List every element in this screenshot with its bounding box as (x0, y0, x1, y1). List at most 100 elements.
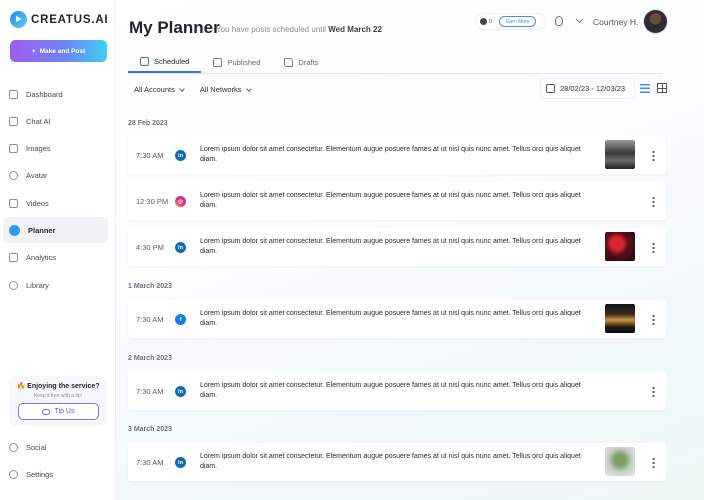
post-thumbnail[interactable] (605, 140, 635, 169)
more-options-icon[interactable] (652, 150, 655, 161)
coin-count: 0 (489, 18, 493, 25)
post-time: 7:30 AM (136, 458, 164, 467)
social-icon (9, 442, 18, 452)
promo-title: 🔥 Enjoying the service? (16, 383, 100, 390)
sidebar-item-chat-ai[interactable]: Chat AI (3, 108, 108, 134)
calendar-icon (546, 84, 555, 93)
post-text: Lorem ipsum dolor sit amet consectetur. … (200, 453, 581, 470)
promo-subtitle: Keep it free with a tip! (33, 393, 83, 399)
earn-more-button[interactable]: Earn More (499, 16, 537, 27)
pencil-icon (284, 58, 294, 67)
sidebar-item-label: Dashboard (26, 89, 63, 99)
post-row[interactable]: 7:30 AM in Lorem ipsum dolor sit amet co… (128, 443, 666, 481)
post-time: 4:30 PM (136, 243, 164, 252)
tab-scheduled[interactable]: Scheduled (128, 52, 202, 73)
sidebar-item-planner[interactable]: Planner (3, 217, 108, 244)
post-row[interactable]: 7:30 AM in Lorem ipsum dolor sit amet co… (128, 372, 666, 410)
sidebar-item-label: Analytics (26, 253, 57, 263)
sidebar-item-social[interactable]: Social (3, 434, 108, 460)
avatar[interactable] (644, 10, 667, 33)
lightbulb-icon[interactable] (555, 16, 563, 26)
sidebar-item-analytics[interactable]: Analytics (3, 245, 108, 271)
user-name[interactable]: Courtney H. (593, 17, 638, 27)
post-time: 7:30 AM (136, 387, 164, 396)
networks-dropdown-label: All Networks (199, 85, 242, 94)
sidebar-item-images[interactable]: Images (3, 136, 108, 162)
sidebar-item-avatar[interactable]: Avatar (3, 163, 108, 189)
analytics-icon (9, 253, 18, 263)
date-group-label: 1 March 2023 (128, 283, 172, 290)
post-text: Lorem ipsum dolor sit amet consectetur. … (200, 146, 581, 163)
chevron-down-icon (179, 85, 185, 92)
schedule-summary-date: Wed March 22 (328, 25, 382, 34)
post-row[interactable]: 4:30 PM in Lorem ipsum dolor sit amet co… (128, 228, 666, 266)
brand-name: CREATUS.AI (31, 13, 109, 26)
coin-balance: 0 Earn More (476, 14, 545, 29)
post-text: Lorem ipsum dolor sit amet consectetur. … (200, 382, 581, 399)
post-row[interactable]: 12:30 PM ◎ Lorem ipsum dolor sit amet co… (128, 182, 666, 220)
list-view-icon[interactable] (640, 84, 650, 93)
sidebar: CREATUS.AI + Make and Post Dashboard Cha… (0, 0, 116, 500)
tab-drafts[interactable]: Drafts (272, 52, 330, 73)
more-options-icon[interactable] (652, 314, 655, 325)
post-row[interactable]: 7:30 AM f Lorem ipsum dolor sit amet con… (128, 300, 666, 338)
brand-play-icon (10, 11, 27, 28)
post-text: Lorem ipsum dolor sit amet consectetur. … (200, 238, 581, 255)
calendar-icon (140, 57, 149, 66)
facebook-icon: f (175, 314, 186, 325)
post-time: 7:30 AM (136, 315, 164, 324)
post-text: Lorem ipsum dolor sit amet consectetur. … (200, 310, 581, 327)
linkedin-icon: in (175, 386, 186, 397)
instagram-icon: ◎ (175, 196, 186, 207)
more-options-icon[interactable] (652, 242, 655, 253)
grid-view-icon[interactable] (657, 83, 667, 93)
sidebar-item-videos[interactable]: Videos (3, 190, 108, 216)
tab-published[interactable]: Published (201, 52, 272, 73)
date-range-picker[interactable]: 28/02/23 - 12/03/23 (541, 79, 634, 98)
page-title: My Planner (129, 18, 220, 37)
sidebar-item-dashboard[interactable]: Dashboard (3, 81, 108, 107)
post-row[interactable]: 7:30 AM in Lorem ipsum dolor sit amet co… (128, 136, 666, 174)
planner-icon (9, 224, 20, 236)
more-options-icon[interactable] (652, 457, 655, 468)
post-time: 12:30 PM (136, 197, 169, 206)
tab-label: Published (227, 58, 261, 67)
sidebar-item-settings[interactable]: Settings (3, 461, 108, 487)
more-options-icon[interactable] (652, 386, 655, 397)
post-text: Lorem ipsum dolor sit amet consectetur. … (200, 192, 581, 209)
brand-logo[interactable]: CREATUS.AI (10, 11, 108, 28)
make-and-post-button[interactable]: + Make and Post (10, 40, 107, 62)
linkedin-icon: in (175, 457, 186, 468)
sidebar-item-label: Library (26, 280, 49, 290)
planner-tabs: Scheduled Published Drafts (128, 52, 663, 74)
post-thumbnail[interactable] (605, 447, 635, 476)
chevron-down-icon (245, 85, 252, 92)
sidebar-item-label: Planner (28, 225, 56, 235)
tip-promo-card: 🔥 Enjoying the service? Keep it free wit… (9, 376, 107, 426)
sidebar-item-label: Videos (26, 198, 49, 208)
chevron-down-icon[interactable] (575, 15, 584, 24)
sidebar-bottom-nav: Social Settings (0, 434, 116, 489)
tip-us-button[interactable]: Tip Us (17, 403, 99, 420)
date-group-label: 28 Feb 2023 (128, 120, 168, 127)
avatar-icon (9, 171, 18, 181)
schedule-summary: You have posts scheduled until Wed March… (216, 25, 382, 34)
dashboard-icon (9, 89, 18, 99)
linkedin-icon: in (175, 150, 186, 161)
sidebar-item-label: Chat AI (26, 116, 51, 126)
sidebar-item-library[interactable]: Library (3, 272, 108, 298)
post-time: 7:30 AM (136, 151, 164, 160)
tab-label: Scheduled (154, 57, 190, 66)
sidebar-nav: Dashboard Chat AI Images Avatar Videos P… (0, 81, 116, 299)
library-icon (9, 280, 18, 290)
accounts-dropdown-label: All Accounts (134, 85, 175, 94)
planner-main: My Planner You have posts scheduled unti… (117, 0, 704, 500)
more-options-icon[interactable] (652, 196, 655, 207)
date-group-label: 2 March 2023 (128, 355, 172, 362)
plus-icon: + (31, 47, 36, 55)
post-thumbnail[interactable] (605, 304, 635, 333)
networks-dropdown[interactable]: All Networks (199, 85, 252, 94)
date-range-value: 28/02/23 - 12/03/23 (560, 84, 626, 93)
accounts-dropdown[interactable]: All Accounts (134, 85, 185, 94)
post-thumbnail[interactable] (605, 232, 635, 261)
